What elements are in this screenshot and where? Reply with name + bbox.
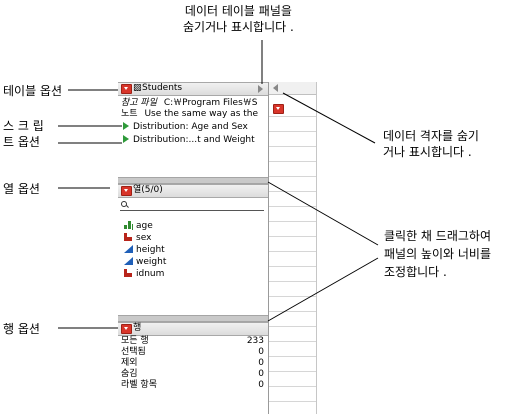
panel-resize-divider[interactable] xyxy=(118,315,268,322)
grid-row xyxy=(269,221,316,222)
run-script-icon xyxy=(123,122,129,130)
toggle-grid-icon[interactable] xyxy=(273,84,278,92)
grid-row xyxy=(269,326,316,327)
row-state-label: 라벨 항목 xyxy=(121,380,157,390)
nominal-icon xyxy=(124,269,133,277)
grid-row xyxy=(269,401,316,402)
row-state-label: 제외 xyxy=(121,358,138,368)
callout-table-options: 테이블 옵션 xyxy=(3,84,63,98)
grid-row xyxy=(269,251,316,252)
callout-script-options: 스 크 립 트 옵션 xyxy=(3,119,44,149)
rows-panel-header: 행 xyxy=(118,322,268,336)
row-state-count: 233 xyxy=(246,336,264,346)
script-label: Distribution: Age and Sex xyxy=(133,122,248,132)
row-state-item: 선택됨 0 xyxy=(121,347,264,358)
notes-file-label: 참고 파일 xyxy=(121,98,157,108)
panel-resize-divider[interactable] xyxy=(118,177,268,184)
notes-file-row: 참고 파일 C:￦Program Files￦S xyxy=(121,98,257,109)
column-search-input[interactable] xyxy=(120,200,264,211)
columns-panel-header: 열(5/0) xyxy=(118,184,268,198)
row-state-count: 0 xyxy=(258,369,264,379)
grid-row xyxy=(269,356,316,357)
callout-toggle-grid: 데이터 격자를 숨기 거나 표시합니다 . xyxy=(383,129,479,159)
column-item-weight[interactable]: weight xyxy=(124,257,166,268)
continuous-icon xyxy=(124,245,133,253)
search-icon-handle xyxy=(126,205,129,208)
columns-count: 열(5/0) xyxy=(133,185,163,195)
toggle-table-panel-icon[interactable] xyxy=(258,85,263,93)
column-item-idnum[interactable]: idnum xyxy=(124,269,164,280)
data-grid[interactable] xyxy=(269,82,317,414)
row-state-count: 0 xyxy=(258,380,264,390)
row-state-count: 0 xyxy=(258,347,264,357)
ordinal-icon xyxy=(124,221,133,229)
row-options-menu-button[interactable] xyxy=(121,324,132,334)
script-item[interactable]: Distribution: Age and Sex xyxy=(123,122,248,133)
grid-row xyxy=(269,281,316,282)
column-name: weight xyxy=(136,257,167,267)
nominal-icon xyxy=(124,233,133,241)
column-name: sex xyxy=(136,233,152,243)
notes-file-path: C:￦Program Files￦S xyxy=(163,98,258,108)
continuous-icon xyxy=(124,257,133,265)
grid-row xyxy=(269,176,316,177)
column-name: idnum xyxy=(136,269,165,279)
row-state-count: 0 xyxy=(258,358,264,368)
notes-row: 노트 Use the same way as the xyxy=(121,109,258,120)
grid-row xyxy=(269,311,316,312)
grid-row xyxy=(269,146,316,147)
grid-row xyxy=(269,296,316,297)
row-state-item: 라벨 항목 0 xyxy=(121,380,264,391)
notes-text: Use the same way as the xyxy=(144,109,259,119)
callout-row-options: 행 옵션 xyxy=(3,322,40,336)
column-item-height[interactable]: height xyxy=(124,245,165,256)
row-state-label: 모든 행 xyxy=(121,336,149,346)
script-label: Distribution:...t and Weight xyxy=(133,135,255,145)
grid-table-menu-button[interactable] xyxy=(273,104,284,114)
table-panel-header: ▨ Students xyxy=(118,82,268,96)
column-item-age[interactable]: age xyxy=(124,221,153,232)
row-state-item: 제외 0 xyxy=(121,358,264,369)
grid-row xyxy=(269,341,316,342)
column-item-sex[interactable]: sex xyxy=(124,233,151,244)
script-item[interactable]: Distribution:...t and Weight xyxy=(123,135,255,146)
row-state-label: 숨김 xyxy=(121,369,138,379)
grid-row xyxy=(269,386,316,387)
table-options-menu-button[interactable] xyxy=(121,84,132,94)
row-state-item: 모든 행 233 xyxy=(121,336,264,347)
rows-header-label: 행 xyxy=(133,323,142,333)
grid-row xyxy=(269,236,316,237)
grid-row xyxy=(269,131,316,132)
callout-toggle-table-panel: 데이터 테이블 패널을 숨기거나 표시합니다 . xyxy=(183,4,294,34)
grid-row xyxy=(269,206,316,207)
row-state-label: 선택됨 xyxy=(121,347,146,357)
grid-row xyxy=(269,116,316,117)
table-icon: ▨ xyxy=(133,83,142,93)
row-state-item: 숨김 0 xyxy=(121,369,264,380)
run-script-icon xyxy=(123,135,129,143)
grid-row xyxy=(269,191,316,192)
callout-resize-panel: 클릭한 채 드래그하여 패널의 높이와 너비를 조정합니다 . xyxy=(384,229,491,279)
table-side-panel: ▨ Students 참고 파일 C:￦Program Files￦S 노트 U… xyxy=(118,82,269,414)
column-name: age xyxy=(136,221,153,231)
callout-column-options: 열 옵션 xyxy=(3,182,40,196)
grid-row xyxy=(269,161,316,162)
column-name: height xyxy=(136,245,165,255)
grid-row xyxy=(269,371,316,372)
table-name: Students xyxy=(142,83,183,93)
notes-label: 노트 xyxy=(121,109,138,119)
grid-header xyxy=(269,82,316,95)
column-options-menu-button[interactable] xyxy=(121,186,132,196)
grid-row xyxy=(269,266,316,267)
